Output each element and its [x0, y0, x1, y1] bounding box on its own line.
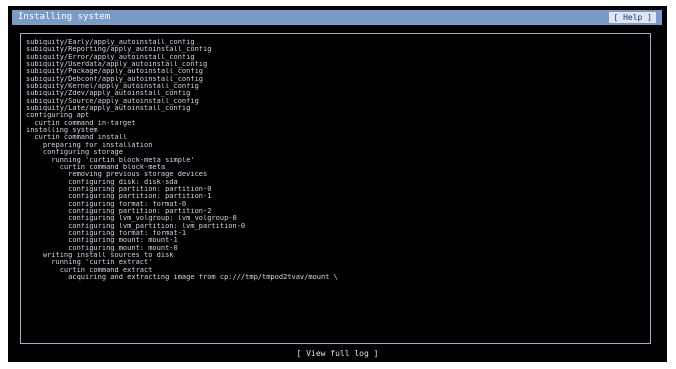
log-line: running 'curtin block-meta simple': [26, 156, 195, 164]
log-line: configuring lvm_volgroup: lvm_volgroup-0: [26, 215, 237, 223]
install-log-list: subiquity/Early/apply_autoinstall_config…: [26, 39, 646, 281]
log-line: installing system: [26, 127, 98, 135]
log-line: subiquity/Early/apply_autoinstall_config: [26, 39, 195, 46]
log-line: subiquity/Reporting/apply_autoinstall_co…: [26, 46, 212, 54]
log-line: configuring storage: [26, 149, 123, 157]
log-line: subiquity/Zdev/apply_autoinstall_config: [26, 90, 191, 98]
title-bar: Installing system [ Help ]: [12, 10, 662, 25]
view-full-log-button[interactable]: [ View full log ]: [8, 349, 667, 359]
log-line: configuring lvm_partition: lvm_partition…: [26, 222, 246, 230]
log-line: curtin command block-meta: [26, 163, 166, 171]
log-line: configuring mount: mount-1: [26, 237, 178, 245]
log-line: curtin command install: [26, 134, 128, 142]
log-line: running 'curtin extract': [26, 259, 153, 267]
log-line: configuring apt: [26, 112, 90, 120]
log-line: configuring format: format-0: [26, 200, 187, 208]
log-line: removing previous storage devices: [26, 171, 208, 179]
log-line: configuring partition: partition-2: [26, 207, 212, 215]
log-line: subiquity/Package/apply_autoinstall_conf…: [26, 68, 204, 76]
log-line: curtin command extract: [26, 266, 153, 274]
log-line: writing install sources to disk: [26, 251, 174, 259]
log-line: subiquity/Userdata/apply_autoinstall_con…: [26, 61, 208, 69]
log-line: configuring disk: disk-sda: [26, 178, 178, 186]
window-title: Installing system: [18, 12, 111, 22]
help-button[interactable]: [ Help ]: [609, 12, 656, 23]
log-line: subiquity/Error/apply_autoinstall_config: [26, 53, 195, 61]
log-line: preparing for installation: [26, 141, 153, 149]
log-line: subiquity/Kernel/apply_autoinstall_confi…: [26, 83, 199, 91]
log-line: curtin command in-target: [26, 119, 136, 127]
log-line: subiquity/Late/apply_autoinstall_config: [26, 105, 191, 113]
log-line: subiquity/Source/apply_autoinstall_confi…: [26, 97, 199, 105]
install-log-panel: subiquity/Early/apply_autoinstall_config…: [20, 33, 651, 344]
log-line: configuring partition: partition-0: [26, 185, 212, 193]
log-line: acquiring and extracting image from cp:/…: [26, 274, 338, 281]
log-line: configuring format: format-1: [26, 229, 187, 237]
log-line: subiquity/Debconf/apply_autoinstall_conf…: [26, 75, 204, 83]
installer-screen: Installing system [ Help ] subiquity/Ear…: [8, 6, 667, 362]
log-line: configuring mount: mount-0: [26, 244, 178, 252]
log-line: configuring partition: partition-1: [26, 193, 212, 201]
